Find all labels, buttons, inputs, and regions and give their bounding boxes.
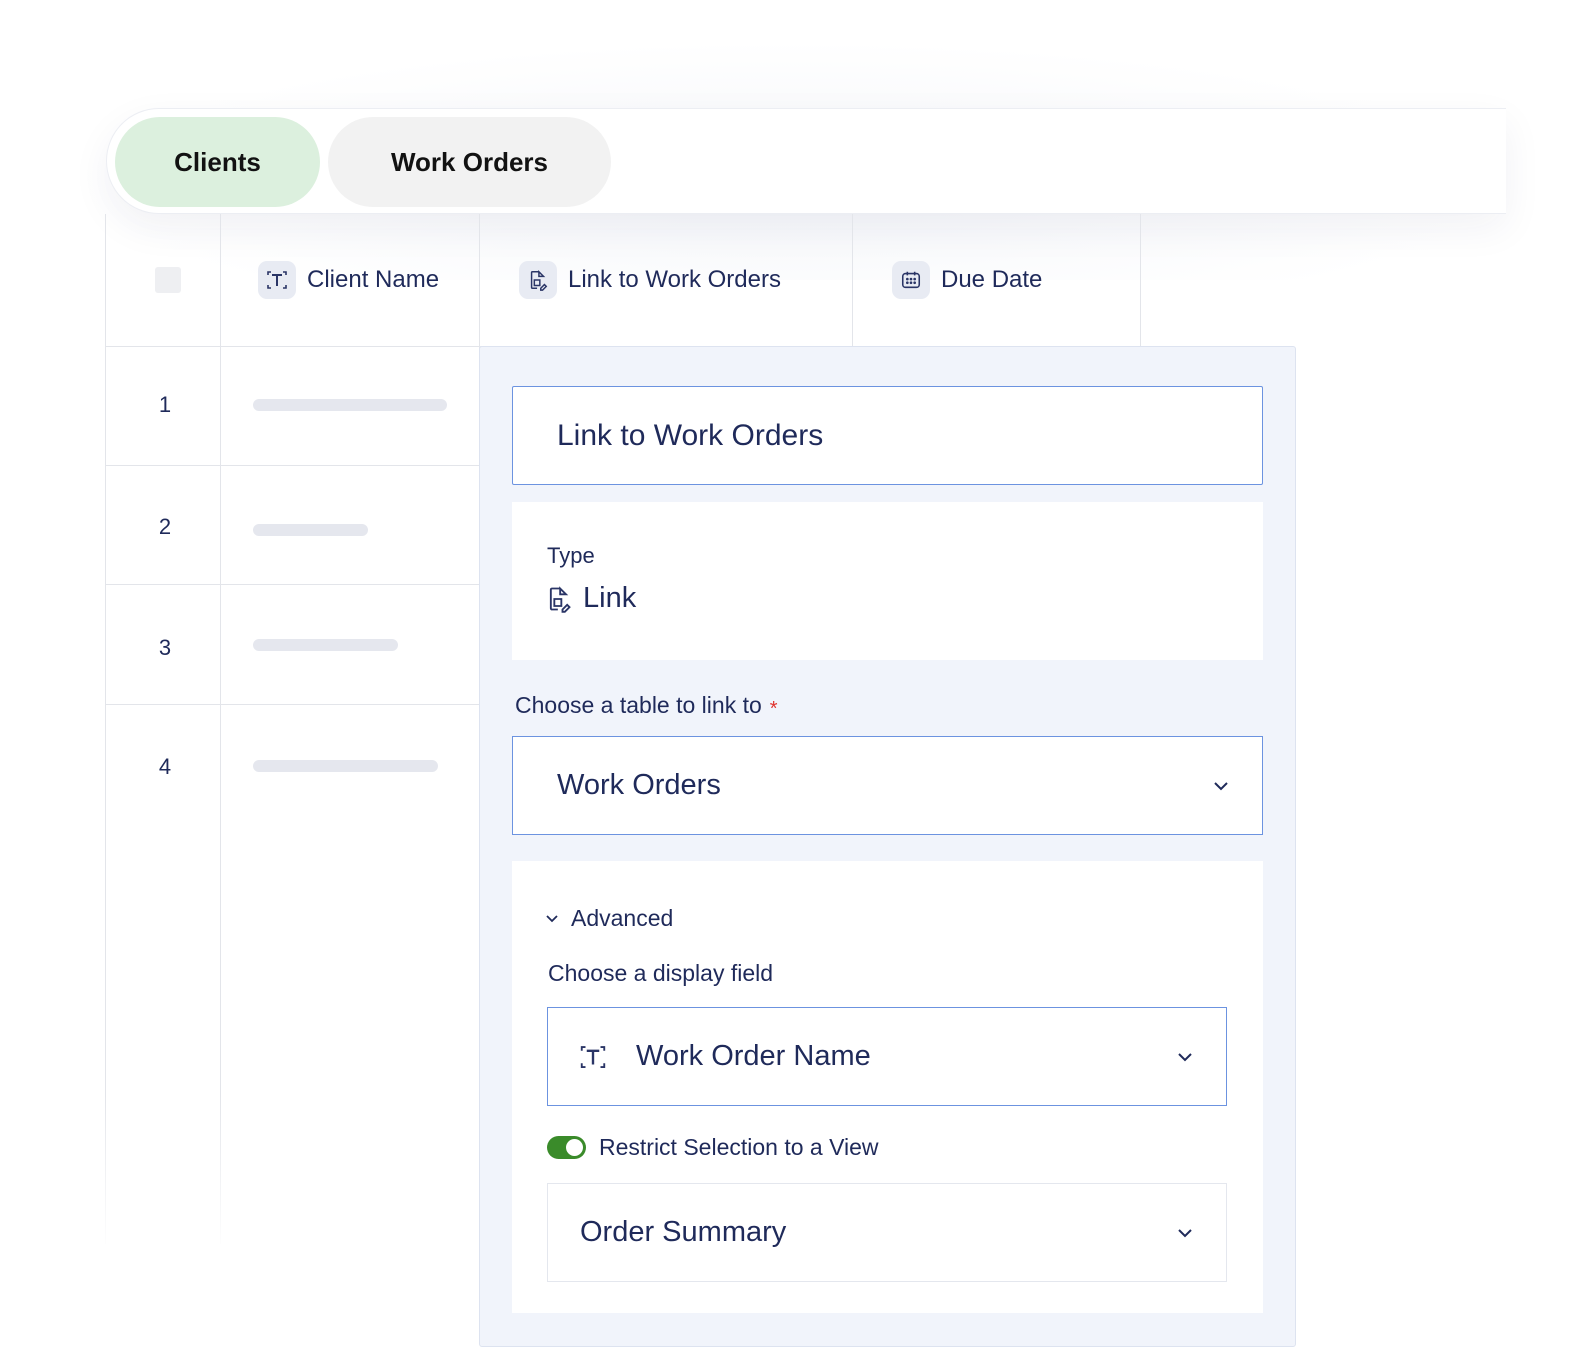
field-type-section: Type Link [512, 502, 1263, 660]
chevron-down-icon [1178, 1052, 1192, 1061]
advanced-label: Advanced [571, 905, 674, 931]
grid-divider [1140, 214, 1141, 346]
choose-table-text: Choose a table to link to [515, 692, 762, 718]
field-settings-panel: Link to Work Orders Type Link Choose a t… [479, 346, 1296, 1347]
selected-display-field: Work Order Name [636, 1040, 871, 1072]
column-header-due-date[interactable]: Due Date [892, 214, 1042, 346]
column-header-client-name[interactable]: Client Name [258, 214, 439, 346]
restrict-view-toggle[interactable] [547, 1136, 586, 1159]
display-field-dropdown[interactable]: Work Order Name [547, 1007, 1227, 1106]
text-field-icon [578, 1042, 608, 1072]
type-label: Type [547, 543, 595, 568]
row-number: 4 [158, 754, 172, 779]
restrict-view-row: Restrict Selection to a View [547, 1134, 879, 1161]
calendar-icon [892, 261, 930, 299]
selected-table-value: Work Orders [557, 769, 721, 801]
chevron-down-icon [1214, 781, 1228, 790]
text-field-icon [258, 261, 296, 299]
column-header-label: Client Name [307, 266, 440, 293]
type-value-label: Link [583, 582, 637, 614]
choose-table-label: Choose a table to link to * [515, 692, 778, 720]
grid-fade [105, 1094, 505, 1254]
field-type-value: Link [545, 582, 636, 615]
client-name-placeholder[interactable] [253, 399, 447, 411]
tab-clients[interactable]: Clients [115, 117, 320, 207]
advanced-section: Advanced Choose a display field Work Ord… [512, 861, 1263, 1313]
grid-divider [105, 465, 480, 466]
select-all-checkbox[interactable] [155, 267, 181, 293]
column-header-link-to-work-orders[interactable]: Link to Work Orders [519, 214, 781, 346]
link-record-icon [549, 585, 571, 613]
row-number: 2 [158, 514, 172, 539]
required-asterisk: * [769, 698, 778, 720]
client-name-placeholder[interactable] [253, 524, 368, 536]
link-record-icon [519, 261, 557, 299]
selected-view-value: Order Summary [580, 1216, 787, 1248]
link-table-dropdown[interactable]: Work Orders [512, 736, 1263, 835]
grid-divider [852, 214, 853, 346]
column-header-label: Link to Work Orders [568, 266, 781, 293]
advanced-toggle[interactable]: Advanced [545, 905, 673, 932]
tab-work-orders[interactable]: Work Orders [328, 117, 611, 207]
grid-divider [105, 584, 480, 585]
display-field-label: Choose a display field [548, 960, 774, 986]
grid-divider [105, 214, 106, 1244]
toggle-knob [566, 1139, 583, 1156]
chevron-down-icon [1178, 1228, 1192, 1237]
table-tab-bar: Clients Work Orders [106, 108, 1506, 214]
row-number: 1 [158, 392, 172, 417]
client-name-placeholder[interactable] [253, 639, 398, 651]
field-name-input[interactable]: Link to Work Orders [512, 386, 1263, 485]
chevron-down-icon [546, 914, 558, 922]
column-header-label: Due Date [941, 266, 1043, 293]
grid-divider [105, 704, 480, 705]
row-number: 3 [158, 635, 172, 660]
view-dropdown[interactable]: Order Summary [547, 1183, 1227, 1282]
client-name-placeholder[interactable] [253, 760, 438, 772]
restrict-view-label: Restrict Selection to a View [599, 1134, 879, 1160]
grid-divider [220, 214, 221, 1244]
